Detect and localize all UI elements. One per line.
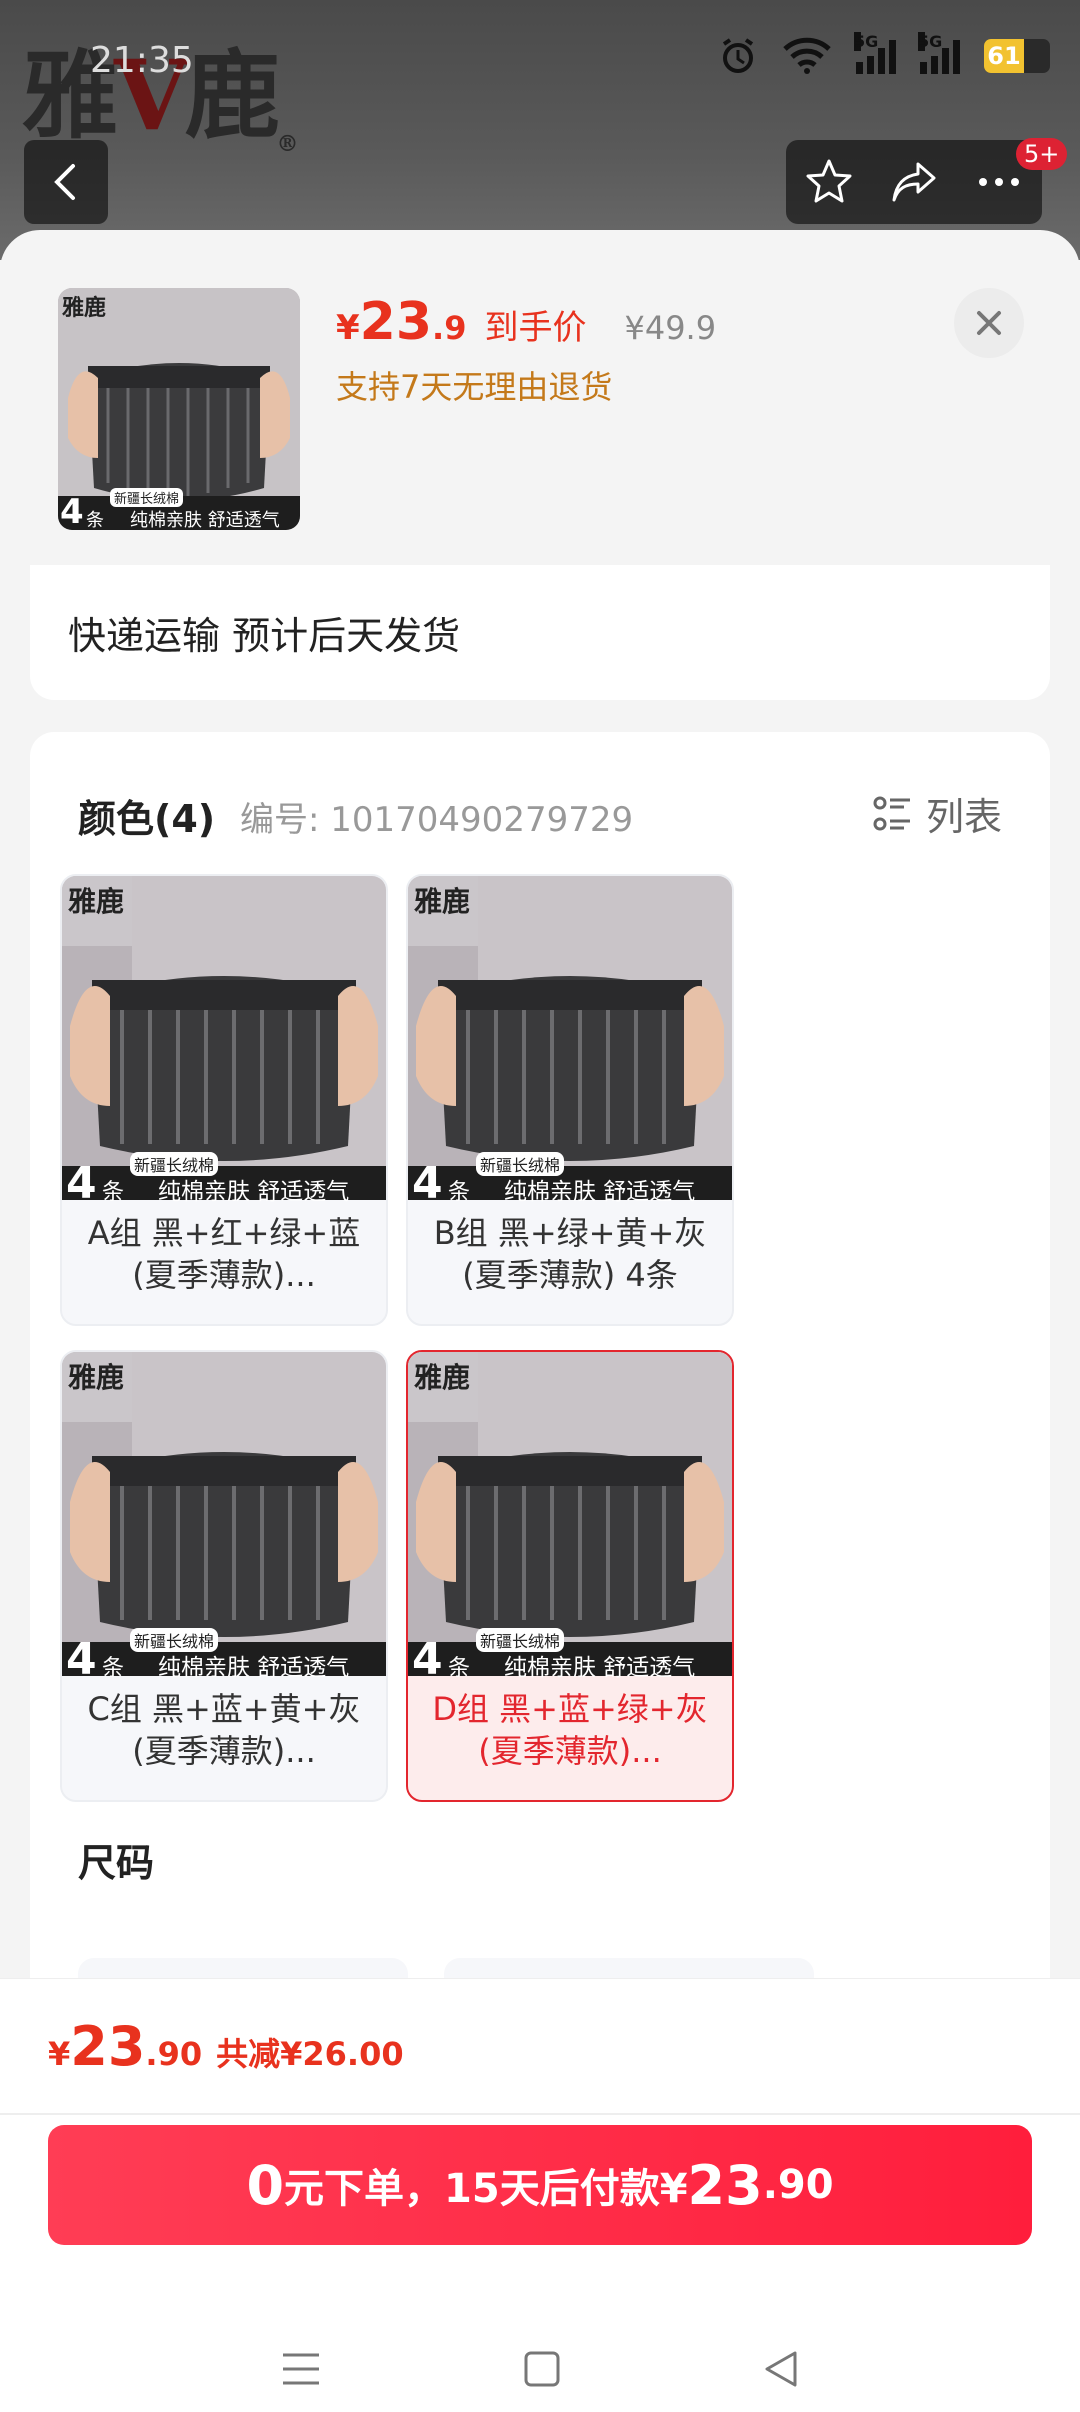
price-row: ¥ 23 .9 到手价 ¥49.9 xyxy=(336,292,716,352)
back-button[interactable] xyxy=(24,140,108,224)
option-unit: 条 xyxy=(102,1180,125,1205)
price-integer: 23 xyxy=(359,292,433,352)
price-symbol: ¥ xyxy=(336,308,360,348)
option-count: 4 xyxy=(66,1634,97,1685)
options-card: 颜色(4) 编号: 10170490279729 列表 雅鹿 4 条新疆长绒棉 纯棉亲… xyxy=(30,732,1050,2052)
option-count: 4 xyxy=(66,1158,97,1209)
back-nav-icon[interactable] xyxy=(761,2349,801,2389)
close-icon xyxy=(977,311,1001,335)
product-thumbnail: 雅鹿 4 条 新疆长绒棉 纯棉亲肤 舒适透气 xyxy=(58,288,300,530)
header-actions xyxy=(786,140,1042,224)
menu-icon[interactable] xyxy=(279,2349,323,2389)
close-button[interactable] xyxy=(954,288,1024,358)
thumb-unit: 条 xyxy=(86,510,104,530)
option-brand: 雅鹿 xyxy=(414,885,471,918)
option-brand: 雅鹿 xyxy=(414,1361,471,1394)
message-badge: 5+ xyxy=(1016,138,1068,170)
signal-icon-2: 5G xyxy=(918,32,960,74)
total-price-row: ¥ 23 .90 共减¥26.00 xyxy=(48,2015,404,2078)
color-option[interactable]: 雅鹿 4 条新疆长绒棉 纯棉亲肤 舒适透气 B组 黑+绿+黄+灰(夏季薄款) 4条 xyxy=(406,874,734,1326)
pay-text: 元下单，15天后付款¥ xyxy=(284,2166,688,2212)
alarm-icon xyxy=(722,38,754,73)
color-option-label: B组 黑+绿+黄+灰(夏季薄款) 4条 xyxy=(433,1214,707,1294)
pay-prefix: 0 xyxy=(246,2153,285,2217)
color-option-image xyxy=(62,876,386,1200)
color-option-image xyxy=(408,1352,732,1676)
return-policy: 支持7天无理由退货 xyxy=(336,368,613,406)
pay-decimal: .90 xyxy=(762,2162,834,2208)
color-option-image xyxy=(62,1352,386,1676)
option-unit: 条 xyxy=(102,1656,125,1681)
product-code: 编号: 10170490279729 xyxy=(240,800,634,840)
battery-level: 61 xyxy=(984,39,1024,73)
color-option[interactable]: 雅鹿 4 条新疆长绒棉 纯棉亲肤 舒适透气 C组 黑+蓝+黄+灰(夏季薄款)... xyxy=(60,1350,388,1802)
network-type-label: 5G xyxy=(854,32,879,51)
thumb-slogan: 纯棉亲肤 舒适透气 xyxy=(130,510,280,530)
battery-icon: 61 xyxy=(984,39,1050,73)
option-slogan: 纯棉亲肤 舒适透气 xyxy=(158,1179,350,1205)
watermark-text: limitHDSA xyxy=(454,1860,646,1901)
order-now-button[interactable]: 0 元下单，15天后付款¥ 23 .90 xyxy=(48,2125,1032,2245)
size-section-title: 尺码 xyxy=(78,1841,155,1885)
total-symbol: ¥ xyxy=(48,2035,71,2073)
option-brand: 雅鹿 xyxy=(68,885,125,918)
thumb-brand: 雅鹿 xyxy=(62,295,107,321)
background-product-header: 雅V鹿® 21:35 5G 5G 61 5+ xyxy=(0,0,1080,260)
share-icon[interactable] xyxy=(888,156,940,208)
chevron-left-icon xyxy=(54,164,75,200)
discount-text: 共减¥26.00 xyxy=(216,2035,404,2073)
color-option-label: C组 黑+蓝+黄+灰(夏季薄款)... xyxy=(87,1690,361,1770)
wifi-icon xyxy=(783,37,831,74)
shipping-info: 快递运输 预计后天发货 xyxy=(68,614,461,658)
thumb-count: 4 xyxy=(60,492,84,530)
list-view-toggle[interactable]: 列表 xyxy=(872,786,1002,841)
total-decimal: .90 xyxy=(145,2035,203,2073)
original-price: ¥49.9 xyxy=(624,309,717,347)
option-slogan: 纯棉亲肤 舒适透气 xyxy=(504,1179,696,1205)
list-icon xyxy=(873,796,910,830)
divider xyxy=(0,2113,1080,2115)
option-brand: 雅鹿 xyxy=(68,1361,125,1394)
network-type-label-2: 5G xyxy=(918,32,943,51)
status-time: 21:35 xyxy=(90,40,194,81)
color-option[interactable]: 雅鹿 4 条新疆长绒棉 纯棉亲肤 舒适透气 A组 黑+红+绿+蓝(夏季薄款)... xyxy=(60,874,388,1326)
thumb-tag: 新疆长绒棉 xyxy=(110,488,184,507)
option-unit: 条 xyxy=(448,1180,471,1205)
signal-icon: 5G xyxy=(854,32,896,74)
system-navigation-bar xyxy=(0,2325,1080,2412)
list-label: 列表 xyxy=(925,795,1002,839)
favorite-star-icon[interactable] xyxy=(803,156,855,208)
pay-integer: 23 xyxy=(687,2153,763,2217)
color-option-label: A组 黑+红+绿+蓝(夏季薄款)... xyxy=(87,1214,361,1294)
shipping-card: 快递运输 预计后天发货 xyxy=(30,565,1050,700)
more-icon[interactable] xyxy=(973,156,1025,208)
brand-logo: 雅V鹿® xyxy=(22,39,298,157)
option-count: 4 xyxy=(412,1634,443,1685)
price-decimal: .9 xyxy=(432,309,467,347)
bottom-action-bar: ¥ 23 .90 共减¥26.00 0 元下单，15天后付款¥ 23 .90 xyxy=(0,1978,1080,2412)
status-icons: 5G 5G 61 xyxy=(718,32,1050,76)
color-option-label: D组 黑+蓝+绿+灰(夏季薄款)... xyxy=(432,1690,708,1770)
final-price-label: 到手价 xyxy=(484,308,587,348)
option-slogan: 纯棉亲肤 舒适透气 xyxy=(158,1655,350,1681)
color-option-image xyxy=(408,876,732,1200)
option-slogan: 纯棉亲肤 舒适透气 xyxy=(504,1655,696,1681)
option-count: 4 xyxy=(412,1158,443,1209)
home-icon[interactable] xyxy=(522,2349,562,2389)
color-section-title: 颜色(4) xyxy=(78,797,216,841)
color-option[interactable]: 雅鹿 4 条新疆长绒棉 纯棉亲肤 舒适透气 D组 黑+蓝+绿+灰(夏季薄款)... xyxy=(406,1350,734,1802)
option-unit: 条 xyxy=(448,1656,471,1681)
total-integer: 23 xyxy=(70,2015,146,2078)
